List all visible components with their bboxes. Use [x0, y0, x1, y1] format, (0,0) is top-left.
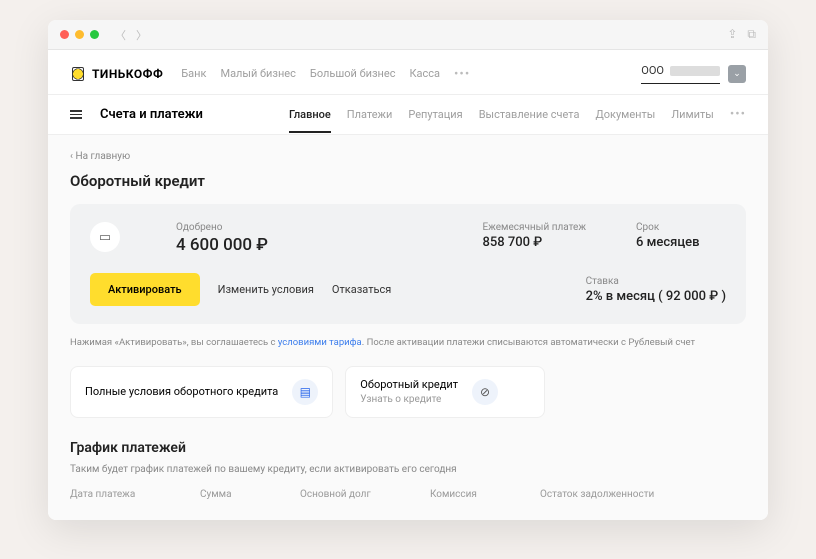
schedule-title: График платежей	[70, 440, 746, 456]
back-link[interactable]: ‹ На главную	[70, 151, 746, 162]
full-terms-label: Полные условия оборотного кредита	[85, 384, 278, 399]
col-principal: Основной долг	[300, 489, 400, 500]
brand-text: ТИНЬКОФФ	[92, 67, 163, 81]
col-fee: Комиссия	[430, 489, 510, 500]
back-arrow-icon[interactable]: 〈	[115, 27, 126, 43]
monthly-label: Ежемесячный платеж	[482, 222, 586, 233]
tariff-terms-link[interactable]: условиями тарифа	[278, 337, 362, 348]
close-window-button[interactable]	[60, 30, 69, 39]
menu-burger-icon[interactable]	[70, 110, 82, 119]
credit-approval-card: ▭ Одобрено 4 600 000 ₽ Ежемесячный плате…	[70, 204, 746, 324]
logo-shield-icon	[70, 65, 86, 83]
org-selector[interactable]: ООО	[641, 64, 720, 84]
section-title: Счета и платежи	[100, 107, 203, 122]
approved-value: 4 600 000 ₽	[176, 235, 432, 255]
schedule-note: Таким будет график платежей по вашему кр…	[70, 464, 746, 475]
nav-bank[interactable]: Банк	[181, 67, 206, 82]
tab-documents[interactable]: Документы	[595, 108, 655, 121]
sub-header: Счета и платежи Главное Платежи Репутаци…	[48, 95, 768, 135]
learn-credit-title: Оборотный кредит	[360, 377, 458, 392]
org-dropdown-icon[interactable]: ⌄	[728, 65, 746, 83]
tab-payments[interactable]: Платежи	[347, 108, 393, 121]
app-window: 〈 〉 ⇪ ⧉ ТИНЬКОФФ Банк Малый бизнес Больш…	[48, 20, 768, 520]
nav-kassa[interactable]: Касса	[409, 67, 440, 82]
top-header: ТИНЬКОФФ Банк Малый бизнес Большой бизне…	[48, 50, 768, 95]
link-icon: ⊘	[472, 379, 498, 405]
col-date: Дата платежа	[70, 489, 170, 500]
browser-nav: 〈 〉	[115, 27, 147, 43]
approved-label: Одобрено	[176, 222, 432, 233]
top-nav: Банк Малый бизнес Большой бизнес Касса •…	[181, 67, 470, 82]
nav-small-business[interactable]: Малый бизнес	[220, 67, 295, 82]
tab-limits[interactable]: Лимиты	[671, 108, 713, 121]
term-value: 6 месяцев	[636, 235, 726, 250]
tabs-icon[interactable]: ⧉	[747, 27, 756, 42]
nav-more-icon[interactable]: •••	[454, 67, 470, 82]
link-cards-row: Полные условия оборотного кредита ▤ Обор…	[70, 366, 746, 417]
org-name-placeholder	[670, 66, 720, 76]
nav-big-business[interactable]: Большой бизнес	[310, 67, 396, 82]
titlebar: 〈 〉 ⇪ ⧉	[48, 20, 768, 50]
main-content: ‹ На главную Оборотный кредит ▭ Одобрено…	[48, 135, 768, 520]
full-terms-card[interactable]: Полные условия оборотного кредита ▤	[70, 366, 333, 417]
tab-main[interactable]: Главное	[289, 108, 331, 133]
share-icon[interactable]: ⇪	[727, 27, 737, 42]
tab-invoice[interactable]: Выставление счета	[479, 108, 580, 121]
forward-arrow-icon[interactable]: 〉	[136, 27, 147, 43]
rate-value: 2% в месяц ( 92 000 ₽ )	[586, 289, 726, 304]
wallet-icon: ▭	[90, 222, 120, 252]
decline-button[interactable]: Отказаться	[332, 283, 391, 296]
disclaimer-text: Нажимая «Активировать», вы соглашаетесь …	[70, 336, 746, 350]
maximize-window-button[interactable]	[90, 30, 99, 39]
monthly-value: 858 700 ₽	[482, 235, 586, 250]
tabs: Главное Платежи Репутация Выставление сч…	[289, 107, 746, 122]
change-terms-button[interactable]: Изменить условия	[218, 283, 314, 296]
logo[interactable]: ТИНЬКОФФ	[70, 65, 163, 83]
col-sum: Сумма	[200, 489, 270, 500]
activate-button[interactable]: Активировать	[90, 273, 200, 306]
tabs-more-icon[interactable]: •••	[730, 107, 746, 122]
page-title: Оборотный кредит	[70, 172, 746, 190]
rate-label: Ставка	[586, 276, 726, 287]
col-balance: Остаток задолженности	[540, 489, 746, 500]
schedule-table-header: Дата платежа Сумма Основной долг Комисси…	[70, 489, 746, 500]
org-prefix: ООО	[641, 64, 664, 77]
document-icon: ▤	[292, 379, 318, 405]
tab-reputation[interactable]: Репутация	[408, 108, 462, 121]
learn-credit-sub: Узнать о кредите	[360, 393, 458, 407]
term-label: Срок	[636, 222, 726, 233]
learn-credit-card[interactable]: Оборотный кредит Узнать о кредите ⊘	[345, 366, 545, 417]
minimize-window-button[interactable]	[75, 30, 84, 39]
